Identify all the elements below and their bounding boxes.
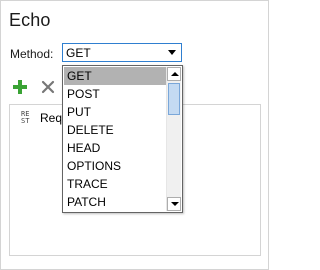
- chevron-up-icon: [171, 72, 179, 76]
- option-put[interactable]: PUT: [64, 103, 167, 121]
- option-delete[interactable]: DELETE: [64, 121, 167, 139]
- plus-icon[interactable]: [12, 79, 28, 95]
- scrollbar-thumb[interactable]: [168, 83, 180, 115]
- method-dropdown-list[interactable]: GET POST PUT DELETE HEAD OPTIONS TRACE P…: [62, 65, 183, 213]
- echo-panel: Echo Method: GET RE ST Requ GET POST PUT…: [0, 0, 269, 270]
- dropdown-scrollbar[interactable]: [166, 67, 181, 211]
- scroll-down-button[interactable]: [167, 197, 181, 211]
- chevron-down-icon: [171, 202, 179, 206]
- option-get[interactable]: GET: [64, 67, 167, 85]
- option-patch[interactable]: PATCH: [64, 193, 167, 211]
- chevron-down-icon[interactable]: [168, 50, 176, 55]
- rest-icon-bottom: ST: [21, 117, 30, 125]
- scroll-up-button[interactable]: [167, 67, 181, 81]
- method-select[interactable]: GET: [62, 43, 182, 62]
- option-post[interactable]: POST: [64, 85, 167, 103]
- rest-icon: RE ST: [21, 111, 33, 125]
- option-options[interactable]: OPTIONS: [64, 157, 167, 175]
- option-trace[interactable]: TRACE: [64, 175, 167, 193]
- method-label: Method:: [10, 47, 54, 61]
- option-head[interactable]: HEAD: [64, 139, 167, 157]
- close-icon[interactable]: [41, 80, 55, 94]
- method-select-value: GET: [66, 46, 91, 60]
- panel-title: Echo: [9, 10, 51, 30]
